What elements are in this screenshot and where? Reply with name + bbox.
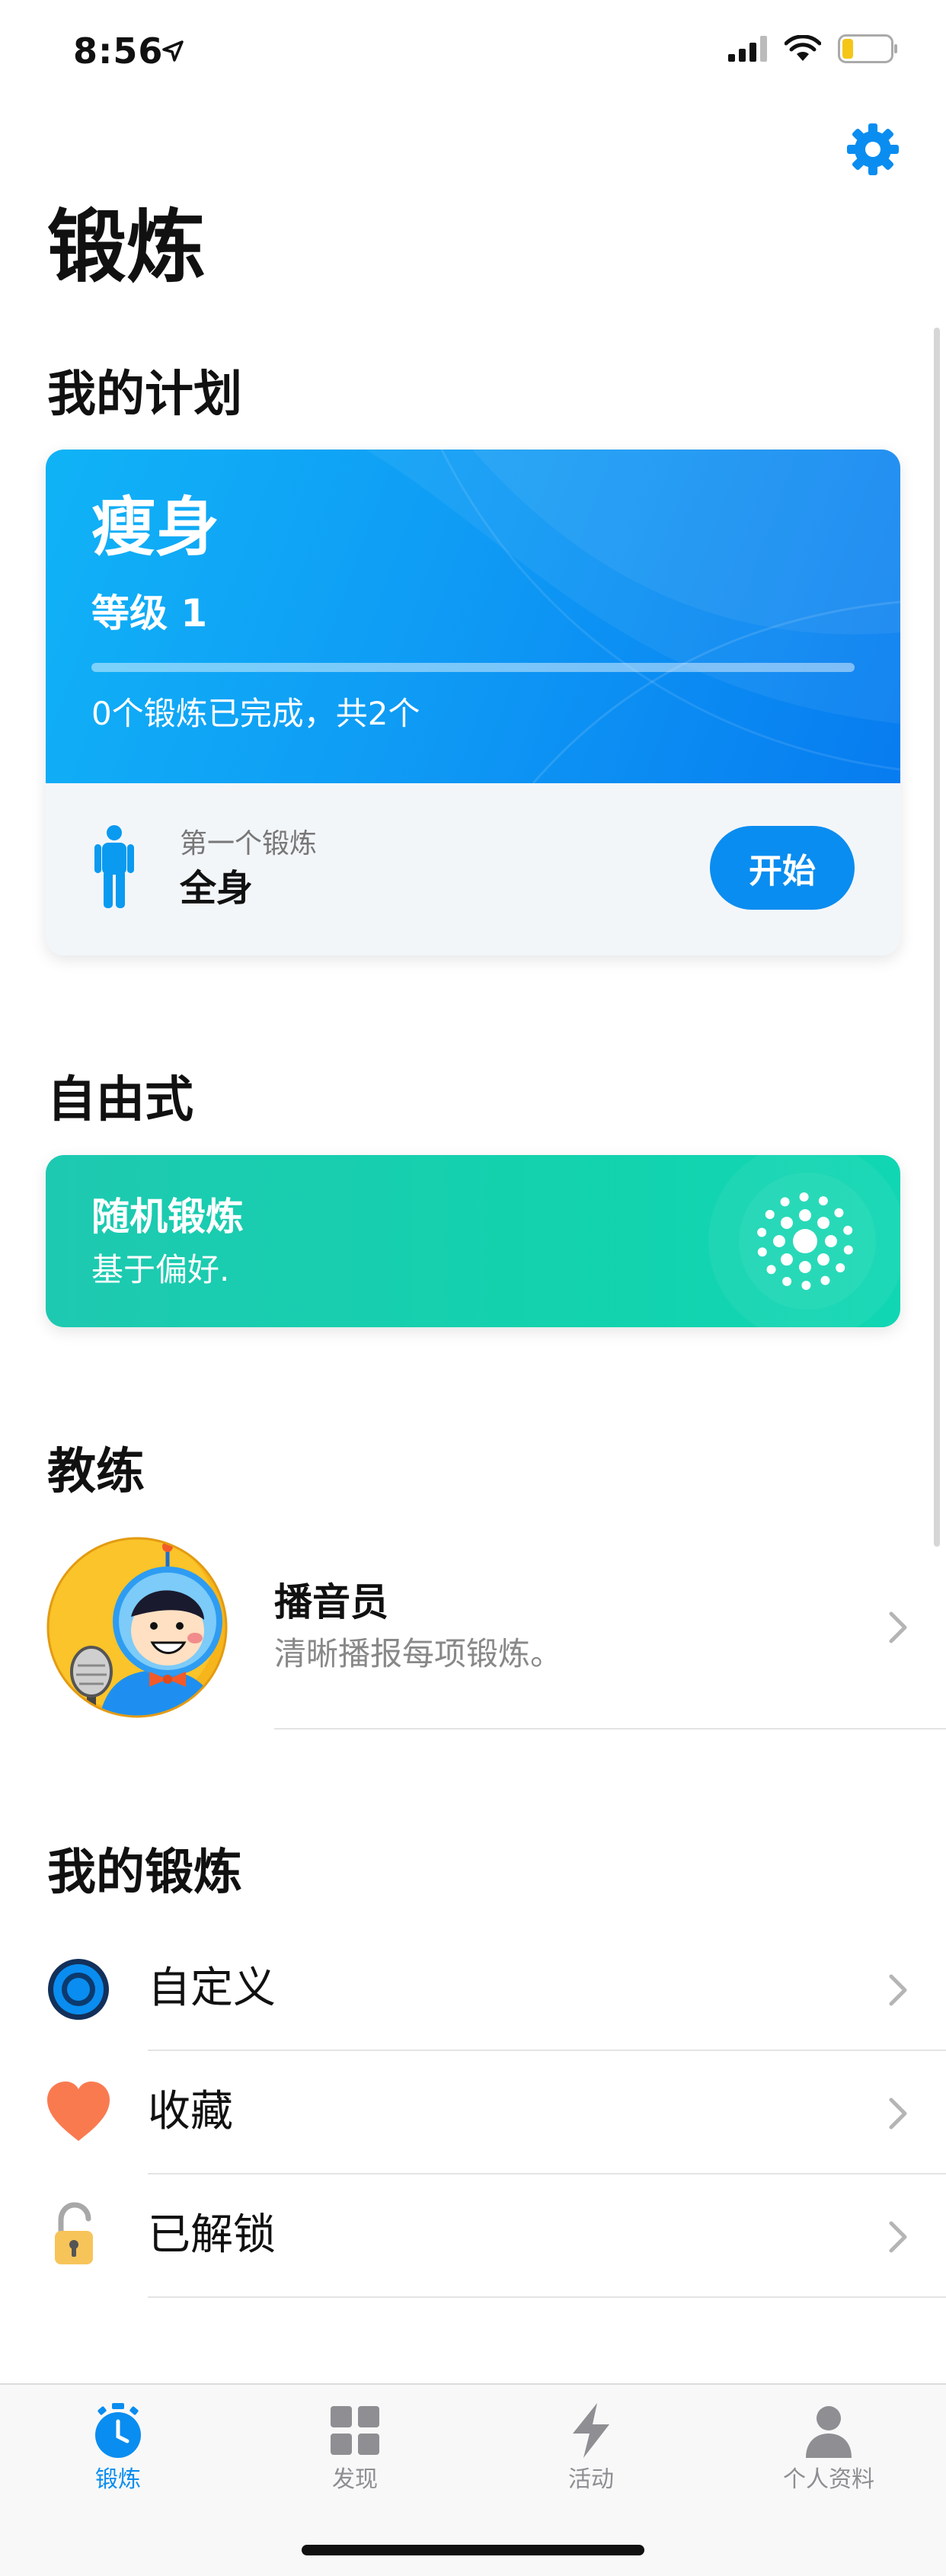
list-item-unlocked[interactable]: 已解锁 xyxy=(148,2214,276,2257)
section-title-freestyle: 自由式 xyxy=(47,1072,193,1128)
heart-icon xyxy=(47,2082,110,2141)
random-workout-title: 随机锻炼 xyxy=(91,1195,244,1239)
gear-icon[interactable] xyxy=(845,122,900,177)
plan-name: 瘦身 xyxy=(91,490,220,565)
chevron-right-icon[interactable] xyxy=(888,1973,908,2007)
wifi-icon xyxy=(785,35,821,61)
coach-avatar[interactable] xyxy=(46,1536,229,1719)
cellular-signal-icon xyxy=(728,36,767,62)
chevron-right-icon[interactable] xyxy=(888,1611,908,1644)
shuffle-dots-icon xyxy=(757,1192,853,1290)
target-icon xyxy=(48,1959,109,2020)
divider xyxy=(148,2050,946,2051)
tab-label: 锻炼 xyxy=(95,2466,141,2493)
chevron-right-icon[interactable] xyxy=(888,2220,908,2254)
tab-activity[interactable]: 活动 xyxy=(515,2402,667,2491)
divider xyxy=(274,1728,946,1730)
tab-label: 活动 xyxy=(568,2466,614,2493)
coach-description: 清晰播报每项锻炼。 xyxy=(274,1635,563,1672)
plan-next-workout: 第一个锻炼 全身 开始 xyxy=(46,783,900,955)
list-item-custom[interactable]: 自定义 xyxy=(148,1967,276,2010)
section-title-my-workouts: 我的锻炼 xyxy=(47,1845,242,1901)
plan-level: 等级 1 xyxy=(91,591,208,635)
plan-card[interactable]: 瘦身 等级 1 0个锻炼已完成，共2个 第一个锻炼 全身 开始 xyxy=(46,450,900,955)
location-arrow-icon xyxy=(162,40,184,62)
start-button[interactable]: 开始 xyxy=(710,826,855,910)
stopwatch-icon xyxy=(95,2403,141,2458)
tab-discover[interactable]: 发现 xyxy=(279,2402,431,2491)
unlocked-padlock-icon xyxy=(55,2202,93,2264)
tab-label: 发现 xyxy=(332,2466,378,2493)
section-title-coach: 教练 xyxy=(47,1444,145,1500)
plan-progress-text: 0个锻炼已完成，共2个 xyxy=(91,695,420,732)
plan-card-header: 瘦身 等级 1 0个锻炼已完成，共2个 xyxy=(46,450,900,783)
status-time: 8:56 xyxy=(73,30,164,72)
page-title: 锻炼 xyxy=(47,200,206,293)
tab-workouts[interactable]: 锻炼 xyxy=(42,2402,194,2491)
scroll-indicator[interactable] xyxy=(934,328,940,1547)
list-item-favorites[interactable]: 收藏 xyxy=(148,2091,233,2133)
chevron-right-icon[interactable] xyxy=(888,2097,908,2130)
grid-icon xyxy=(331,2406,379,2455)
person-figure-icon xyxy=(94,825,134,908)
tab-label: 个人资料 xyxy=(783,2466,874,2493)
random-workout-subtitle: 基于偏好. xyxy=(91,1251,230,1288)
lightning-icon xyxy=(573,2403,609,2458)
battery-icon xyxy=(838,34,897,63)
status-indicators xyxy=(728,34,899,64)
home-indicator[interactable] xyxy=(302,2545,644,2555)
section-title-my-plan: 我的计划 xyxy=(47,366,242,423)
random-workout-card[interactable]: 随机锻炼 基于偏好. xyxy=(46,1155,900,1327)
divider xyxy=(148,2296,946,2298)
tab-profile[interactable]: 个人资料 xyxy=(753,2402,905,2491)
coach-name[interactable]: 播音员 xyxy=(274,1583,388,1621)
divider xyxy=(148,2173,946,2174)
first-workout-name: 全身 xyxy=(180,867,254,910)
plan-progress-bar xyxy=(91,663,855,672)
person-icon xyxy=(806,2406,852,2458)
first-workout-label: 第一个锻炼 xyxy=(180,828,318,859)
